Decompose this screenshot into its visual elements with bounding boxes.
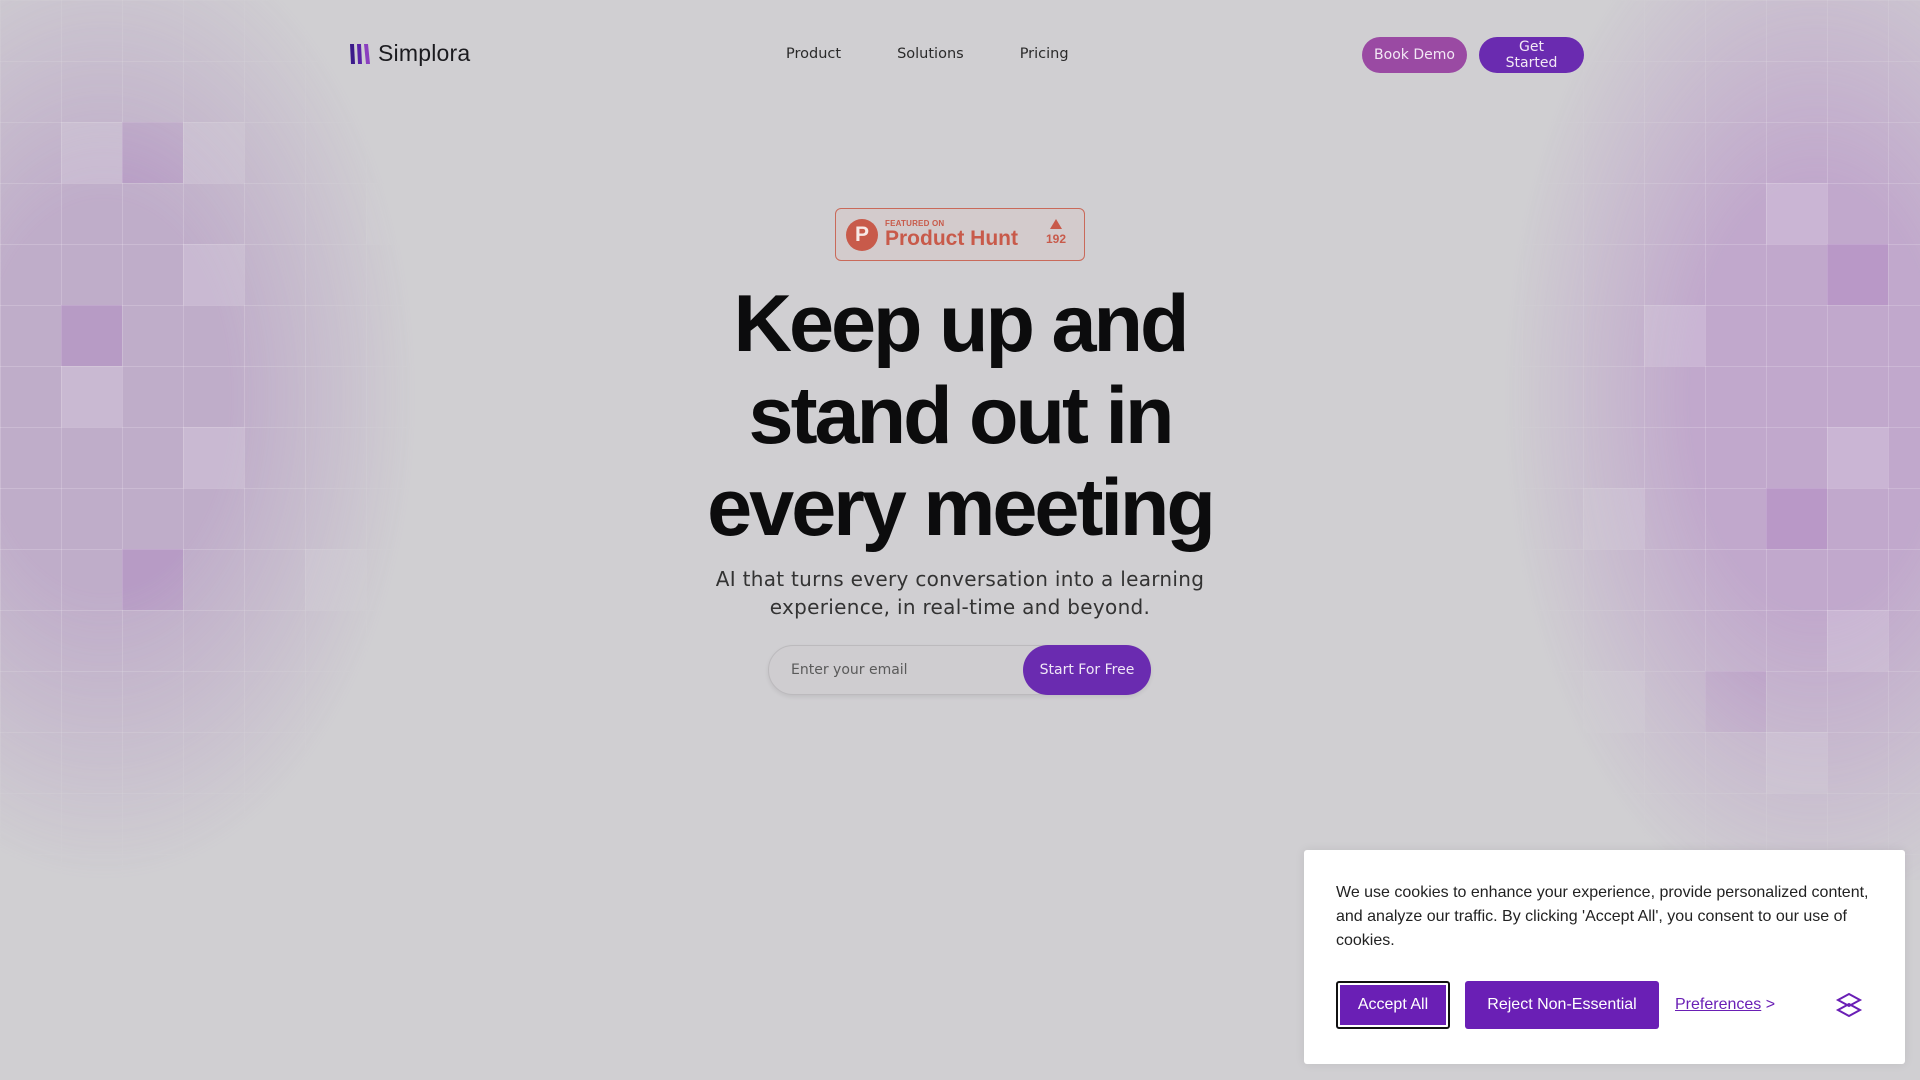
- cookie-actions: Accept All Reject Non-Essential Preferen…: [1336, 981, 1775, 1029]
- site-header: Simplora Product Solutions Pricing Book …: [348, 30, 1584, 80]
- background-grid-right: [1400, 0, 1920, 880]
- header-actions: Book Demo Get Started: [1362, 37, 1584, 73]
- brand-logo[interactable]: Simplora: [348, 40, 470, 67]
- main-nav: Product Solutions Pricing: [786, 46, 1125, 62]
- cookie-provider-logo-icon: [1835, 991, 1863, 1023]
- email-input[interactable]: [791, 646, 1021, 694]
- hero-title: Keep up and stand out in every meeting: [560, 278, 1360, 554]
- hero-title-line: Keep up and: [733, 279, 1189, 369]
- simplora-logo-icon: [350, 43, 370, 64]
- nav-item-product[interactable]: Product: [786, 46, 841, 62]
- preferences-arrow-icon: >: [1765, 996, 1776, 1013]
- cookie-banner: We use cookies to enhance your experienc…: [1304, 850, 1905, 1064]
- upvote-counter: 192: [1046, 219, 1066, 246]
- upvote-arrow-icon: [1049, 219, 1062, 229]
- upvote-count: 192: [1045, 232, 1066, 246]
- book-demo-button[interactable]: Book Demo: [1362, 37, 1467, 73]
- reject-non-essential-button[interactable]: Reject Non-Essential: [1465, 981, 1659, 1029]
- background-grid-left: [0, 0, 520, 880]
- nav-item-solutions[interactable]: Solutions: [897, 46, 964, 62]
- badge-big-text: Product Hunt: [885, 227, 1018, 250]
- nav-item-pricing[interactable]: Pricing: [1020, 46, 1069, 62]
- email-signup-form: Start For Free: [768, 645, 1151, 695]
- product-hunt-text: FEATURED ON Product Hunt: [885, 219, 1018, 250]
- hero-title-line: stand out in: [748, 371, 1175, 461]
- get-started-button[interactable]: Get Started: [1479, 37, 1584, 73]
- preferences-label: Preferences: [1675, 996, 1762, 1013]
- cookie-message: We use cookies to enhance your experienc…: [1336, 884, 1869, 949]
- accept-all-button[interactable]: Accept All: [1336, 981, 1450, 1029]
- product-hunt-icon: P: [846, 218, 878, 251]
- start-for-free-button[interactable]: Start For Free: [1023, 645, 1151, 695]
- product-hunt-badge[interactable]: P FEATURED ON Product Hunt 192: [835, 208, 1085, 261]
- brand-name: Simplora: [378, 40, 471, 66]
- preferences-link[interactable]: Preferences >: [1675, 996, 1775, 1014]
- hero-subtitle: AI that turns every conversation into a …: [715, 567, 1205, 619]
- hero-title-line: every meeting: [707, 463, 1216, 553]
